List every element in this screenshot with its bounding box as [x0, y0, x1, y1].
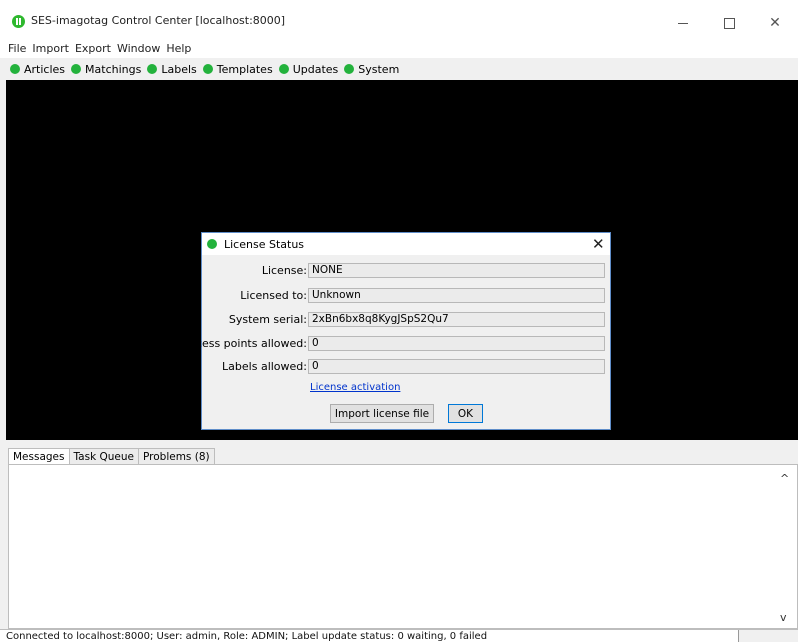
tab-messages[interactable]: Messages	[8, 448, 70, 465]
scroll-up-icon[interactable]: ^	[780, 472, 789, 485]
perspective-toolbar: Articles Matchings Labels Templates Upda…	[0, 59, 798, 79]
menu-bar: File Import Export Window Help	[0, 38, 798, 58]
toolbar-articles-label: Articles	[24, 62, 66, 76]
tab-problems[interactable]: Problems (8)	[138, 448, 215, 465]
labels-allowed-label: Labels allowed:	[222, 360, 307, 373]
window-title: SES-imagotag Control Center [localhost:8…	[31, 14, 286, 27]
licensed-to-label: Licensed to:	[240, 289, 307, 302]
toolbar-updates-label: Updates	[292, 62, 339, 76]
ok-button[interactable]: OK	[448, 404, 483, 423]
dialog-close-button[interactable]: ✕	[592, 235, 605, 253]
top-strip	[0, 0, 798, 8]
minimize-icon	[678, 22, 688, 24]
toolbar-articles[interactable]: Articles	[10, 63, 65, 76]
toolbar-matchings-label: Matchings	[85, 62, 142, 76]
close-button[interactable]: ✕	[752, 8, 798, 38]
status-dot-icon	[202, 64, 213, 74]
toolbar-updates[interactable]: Updates	[278, 62, 339, 76]
status-dot-icon	[10, 64, 20, 74]
status-dot-icon	[71, 64, 82, 74]
toolbar-templates[interactable]: Templates	[202, 62, 273, 76]
menu-file[interactable]: File	[8, 42, 26, 55]
status-indicator-box	[738, 630, 798, 642]
labels-allowed-field: 0	[308, 359, 605, 374]
menu-export[interactable]: Export	[75, 42, 111, 55]
messages-panel	[8, 464, 798, 629]
status-dot-icon	[207, 239, 217, 249]
license-field: NONE	[308, 263, 605, 278]
toolbar-system-label: System	[358, 62, 400, 76]
status-dot-icon	[278, 64, 289, 74]
menu-help[interactable]: Help	[166, 42, 191, 55]
dialog-title: License Status	[224, 238, 305, 251]
license-label: License:	[261, 264, 307, 277]
license-activation-link[interactable]: License activation	[310, 382, 400, 393]
toolbar-labels-label: Labels	[161, 62, 197, 76]
app-icon	[12, 15, 25, 28]
maximize-icon	[723, 17, 735, 29]
status-dot-icon	[344, 64, 355, 74]
toolbar-matchings[interactable]: Matchings	[71, 63, 141, 76]
import-license-button[interactable]: Import license file	[330, 404, 434, 423]
system-serial-field: 2xBn6bx8q8KygJSpS2Qu7	[308, 312, 605, 327]
toolbar-labels[interactable]: Labels	[147, 62, 197, 76]
access-points-field: 0	[308, 336, 605, 351]
maximize-button[interactable]	[706, 8, 752, 38]
license-status-dialog: License Status ✕ License: NONE Licensed …	[183, 232, 611, 430]
status-dot-icon	[147, 64, 158, 74]
menu-import[interactable]: Import	[32, 42, 69, 55]
system-serial-label: System serial:	[228, 313, 307, 326]
licensed-to-field: Unknown	[308, 288, 605, 303]
access-points-label: Access points allowed:	[182, 337, 307, 350]
toolbar-system[interactable]: System	[344, 63, 399, 76]
toolbar-templates-label: Templates	[216, 62, 273, 76]
tab-task-queue[interactable]: Task Queue	[68, 448, 139, 465]
close-icon: ✕	[769, 15, 781, 31]
bottom-tabs: Messages Task Queue Problems (8)	[8, 448, 215, 465]
menu-window[interactable]: Window	[117, 42, 160, 55]
status-text: Connected to localhost:8000; User: admin…	[6, 631, 488, 642]
minimize-button[interactable]	[660, 8, 706, 38]
scroll-down-icon[interactable]: v	[780, 611, 787, 624]
